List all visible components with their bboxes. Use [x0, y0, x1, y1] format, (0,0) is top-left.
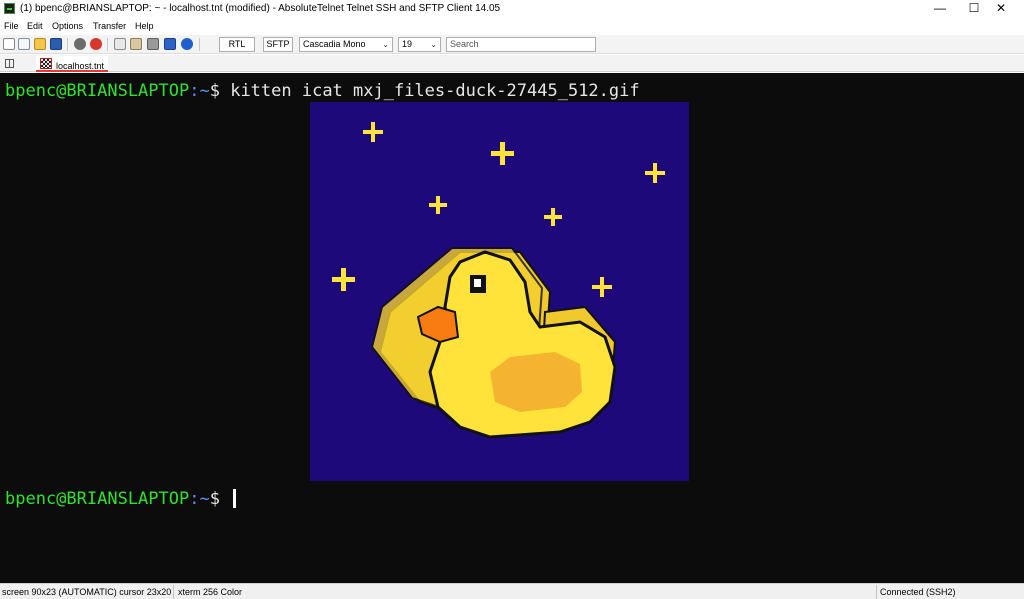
rtl-button[interactable]: RTL	[219, 37, 255, 52]
sftp-button[interactable]: SFTP	[263, 37, 293, 52]
new-session-icon[interactable]	[3, 38, 15, 50]
menu-options[interactable]: Options	[52, 21, 83, 31]
menu-transfer[interactable]: Transfer	[93, 21, 126, 31]
font-family-select[interactable]: Cascadia Mono ⌄	[299, 37, 393, 52]
tab-list-icon[interactable]	[5, 59, 14, 68]
save-icon[interactable]	[50, 38, 62, 50]
tab-localhost[interactable]: localhost.tnt	[36, 56, 109, 72]
terminal-screen[interactable]: bpenc@BRIANSLAPTOP:~$ kitten icat mxj_fi…	[0, 73, 1024, 583]
status-screen-size: screen 90x23 (AUTOMATIC) cursor 23x20	[2, 587, 172, 597]
print-icon[interactable]	[147, 38, 159, 50]
copy-icon[interactable]	[114, 38, 126, 50]
toolbar-divider	[199, 38, 200, 51]
toolbar: RTL SFTP Cascadia Mono ⌄ 19 ⌄ Search	[0, 35, 1024, 54]
disconnect-icon[interactable]	[90, 38, 102, 50]
menu-bar: File Edit Options Transfer Help	[0, 18, 1024, 35]
status-emulation: xterm 256 Color	[178, 587, 243, 597]
prompt-user: bpenc@BRIANSLAPTOP	[5, 489, 190, 509]
window-title: (1) bpenc@BRIANSLAPTOP: ~ - localhost.tn…	[20, 3, 501, 14]
status-divider	[173, 585, 174, 599]
terminal-line-prompt: bpenc@BRIANSLAPTOP:~$	[5, 489, 237, 509]
command-text	[220, 489, 230, 509]
font-family-value: Cascadia Mono	[303, 39, 366, 49]
menu-file[interactable]: File	[4, 21, 19, 31]
new-window-icon[interactable]	[18, 38, 30, 50]
toolbar-divider	[107, 38, 108, 51]
active-tab-indicator	[36, 70, 109, 72]
connect-icon[interactable]	[74, 38, 86, 50]
font-size-value: 19	[402, 39, 413, 49]
title-bar: (1) bpenc@BRIANSLAPTOP: ~ - localhost.tn…	[0, 0, 1024, 18]
menu-edit[interactable]: Edit	[27, 21, 43, 31]
prompt-sign: $	[209, 489, 220, 509]
paste-icon[interactable]	[130, 38, 142, 50]
prompt-path: :~	[189, 489, 210, 509]
chevron-down-icon: ⌄	[430, 40, 437, 49]
menu-help[interactable]: Help	[135, 21, 154, 31]
prompt-path: :~	[189, 81, 210, 101]
prompt-user: bpenc@BRIANSLAPTOP	[5, 81, 190, 101]
tab-bar: localhost.tnt	[0, 55, 1024, 72]
font-size-select[interactable]: 19 ⌄	[398, 37, 441, 52]
status-bar: screen 90x23 (AUTOMATIC) cursor 23x20 xt…	[0, 583, 1024, 599]
open-folder-icon[interactable]	[34, 38, 46, 50]
terminal-app-icon	[4, 3, 15, 14]
help-icon[interactable]	[181, 38, 193, 50]
duck-illustration	[332, 122, 665, 439]
chevron-down-icon: ⌄	[382, 40, 389, 49]
close-button[interactable]: ✕	[978, 0, 1024, 18]
search-input[interactable]: Search	[446, 37, 596, 52]
rubber-duck-pixel-image	[310, 102, 689, 481]
duck-eye-highlight	[474, 279, 481, 287]
command-text: kitten icat mxj_files-duck-27445_512.gif	[219, 81, 640, 101]
session-file-icon	[40, 58, 52, 69]
text-cursor	[233, 489, 237, 508]
prompt-sign: $	[209, 81, 220, 101]
status-divider	[876, 585, 877, 599]
log-icon[interactable]	[164, 38, 176, 50]
toolbar-divider	[67, 38, 68, 51]
status-connection: Connected (SSH2)	[880, 587, 956, 597]
terminal-line-command: bpenc@BRIANSLAPTOP:~$ kitten icat mxj_fi…	[5, 81, 640, 101]
